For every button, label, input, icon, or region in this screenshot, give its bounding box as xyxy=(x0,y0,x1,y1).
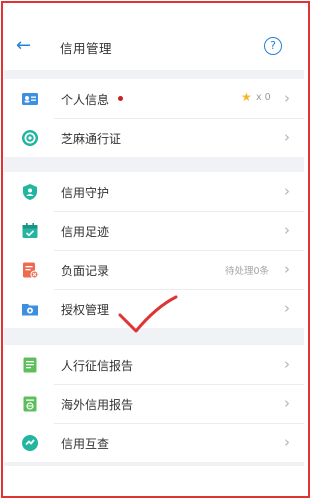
calendar-icon xyxy=(22,223,38,238)
top-bar: ← 信用管理 ? xyxy=(4,6,304,70)
back-arrow-icon[interactable]: ← xyxy=(16,37,31,55)
chevron-right-icon: › xyxy=(284,299,290,317)
overseas-report-row[interactable]: 海外信用报告 › xyxy=(4,384,304,423)
overseas-report-label: 海外信用报告 xyxy=(61,398,134,412)
folder-gear-icon xyxy=(22,304,38,316)
star-count: x 0 xyxy=(256,92,271,103)
red-checkmark-annotation xyxy=(118,295,178,333)
pboc-report-row[interactable]: 人行征信报告 › xyxy=(4,345,304,384)
overseas-report-icon xyxy=(23,396,37,412)
chevron-right-icon: › xyxy=(284,260,290,278)
record-x-icon xyxy=(23,262,39,279)
pending-count: 待处理0条 xyxy=(225,266,270,277)
help-icon[interactable]: ? xyxy=(264,37,282,55)
page-title: 信用管理 xyxy=(60,41,113,56)
credit-mutual-check-label: 信用互查 xyxy=(61,437,110,451)
credit-mutual-check-row[interactable]: 信用互查 › xyxy=(4,423,304,462)
chevron-right-icon: › xyxy=(284,89,290,107)
reports-group: 人行征信报告 › 海外信用报告 › 信用互查 › xyxy=(4,345,304,462)
pboc-report-label: 人行征信报告 xyxy=(61,359,134,373)
chevron-right-icon: › xyxy=(284,394,290,412)
swap-check-icon xyxy=(22,435,38,451)
chevron-right-icon: › xyxy=(284,433,290,451)
credit-guard-row[interactable]: 信用守护 › xyxy=(4,172,304,211)
pass-ring-icon xyxy=(22,130,38,146)
id-card-icon xyxy=(22,93,38,105)
shield-icon xyxy=(23,184,37,200)
authorization-label: 授权管理 xyxy=(61,303,110,317)
app-screen: ← 信用管理 ? 个人信息 ★ x 0 › 芝麻通行证 › 信用守护 › 信用足… xyxy=(4,6,304,466)
account-group: 个人信息 ★ x 0 › 芝麻通行证 › xyxy=(4,79,304,157)
negative-record-label: 负面记录 xyxy=(61,264,110,278)
negative-record-row[interactable]: 负面记录 待处理0条 › xyxy=(4,250,304,289)
credit-footprint-row[interactable]: 信用足迹 › xyxy=(4,211,304,250)
personal-info-label: 个人信息 xyxy=(61,93,110,107)
chevron-right-icon: › xyxy=(284,355,290,373)
chevron-right-icon: › xyxy=(284,221,290,239)
chevron-right-icon: › xyxy=(284,128,290,146)
unread-dot xyxy=(118,96,123,101)
star-icon: ★ xyxy=(241,90,252,104)
report-icon xyxy=(23,357,37,373)
credit-footprint-label: 信用足迹 xyxy=(61,225,110,239)
personal-info-row[interactable]: 个人信息 ★ x 0 › xyxy=(4,79,304,118)
zhima-pass-row[interactable]: 芝麻通行证 › xyxy=(4,118,304,157)
chevron-right-icon: › xyxy=(284,182,290,200)
zhima-pass-label: 芝麻通行证 xyxy=(61,132,122,146)
credit-guard-label: 信用守护 xyxy=(61,186,110,200)
